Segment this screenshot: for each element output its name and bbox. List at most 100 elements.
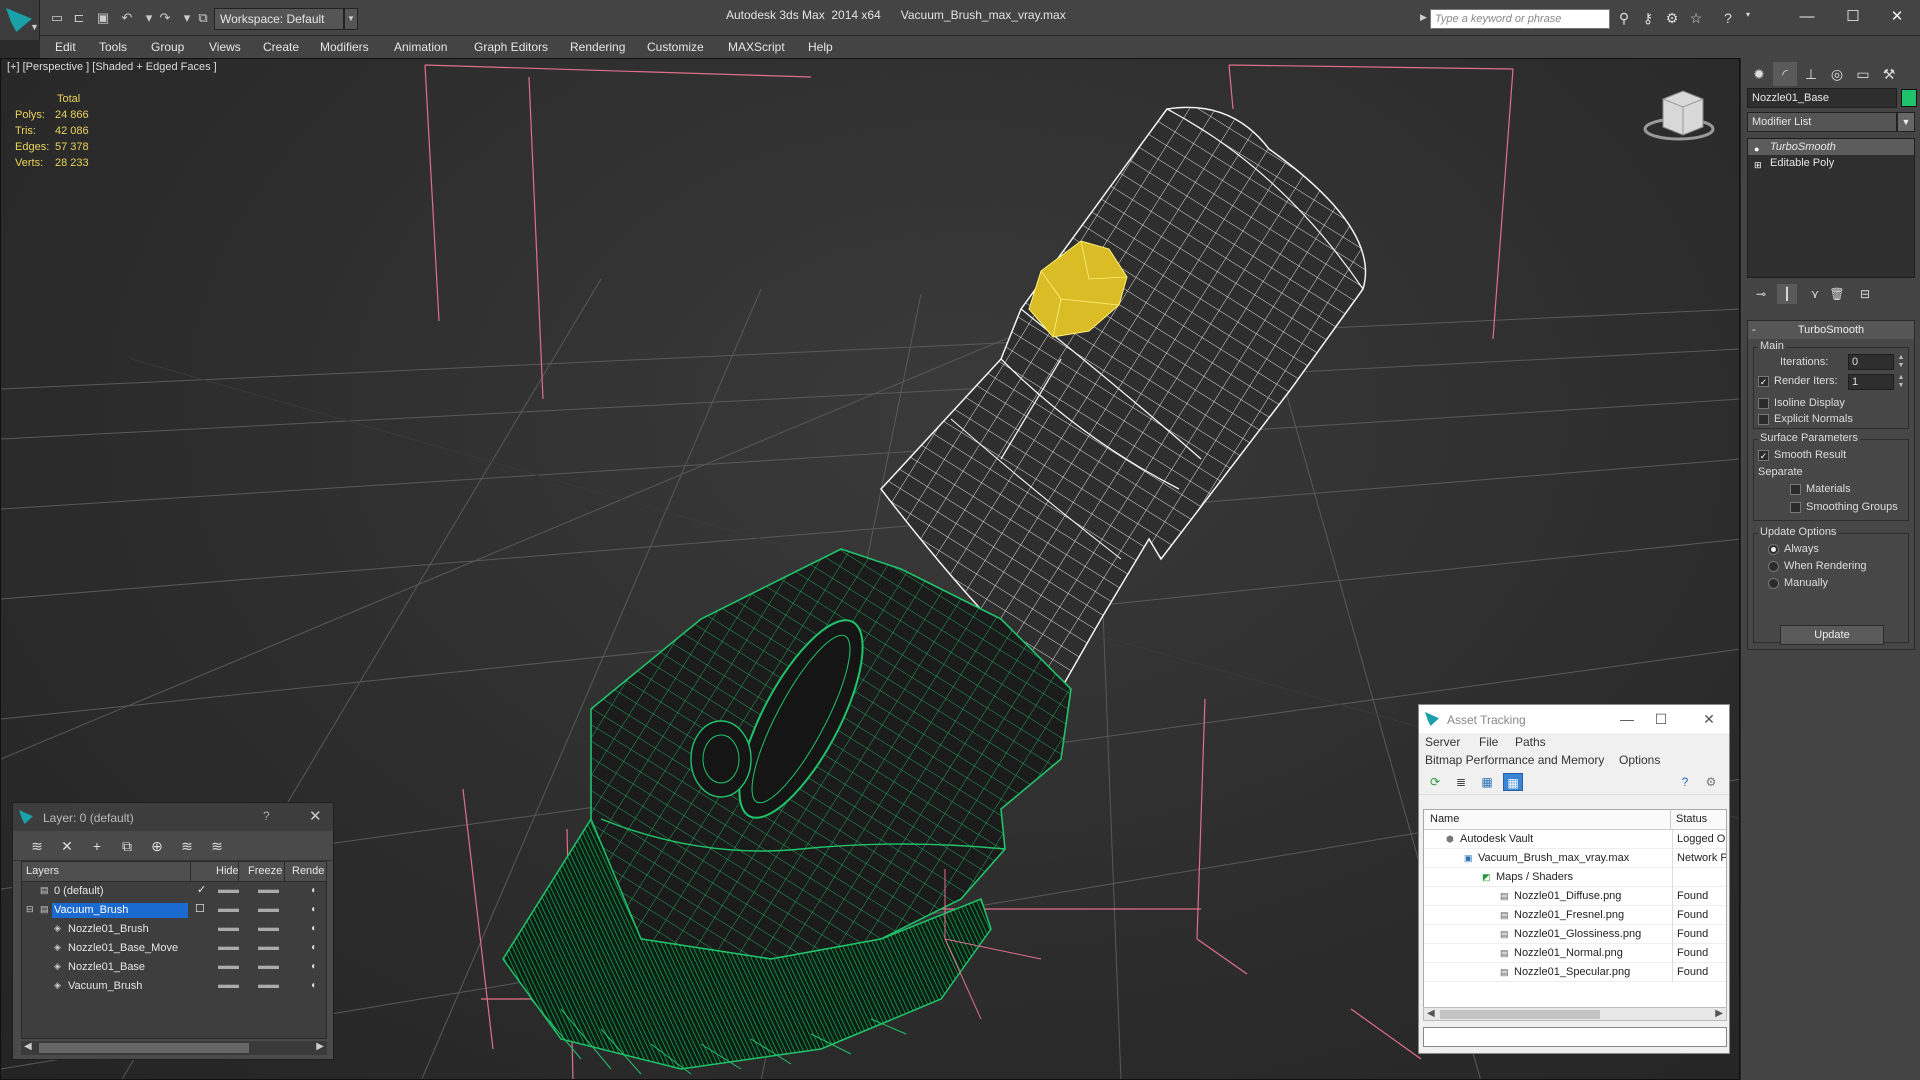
maximize-button[interactable]: ☐ [1830, 4, 1876, 30]
modify-tab-icon[interactable]: ◜ [1773, 62, 1797, 86]
update-manually-radio[interactable] [1768, 578, 1779, 589]
hide-toggle[interactable]: ▬▬ [218, 941, 239, 953]
column-render[interactable]: Rende [292, 865, 324, 877]
minimize-button[interactable]: — [1613, 709, 1641, 729]
asset-row[interactable]: ⬢ Autodesk Vault Logged Ou [1424, 830, 1726, 849]
help-icon[interactable]: ? [263, 809, 270, 823]
render-iters-spinner[interactable]: 1 [1848, 374, 1894, 390]
column-status[interactable]: Status [1676, 813, 1707, 825]
menu-help[interactable]: Help [808, 40, 833, 54]
close-icon[interactable]: ✕ [309, 807, 322, 825]
asset-row[interactable]: ▤ Nozzle01_Specular.png Found [1424, 963, 1726, 982]
freeze-toggle[interactable]: ▬▬ [258, 903, 279, 915]
menu-bitmap-performance[interactable]: Bitmap Performance and Memory [1425, 753, 1604, 767]
modifier-list-select[interactable]: Modifier List [1747, 112, 1897, 132]
remove-modifier-icon[interactable]: 🗑 [1827, 284, 1847, 304]
viewcube[interactable] [1643, 90, 1715, 141]
scroll-right-icon[interactable]: ▶ [1715, 1008, 1723, 1019]
display-tab-icon[interactable]: ▭ [1851, 62, 1875, 86]
menu-file[interactable]: File [1479, 735, 1498, 749]
freeze-toggle[interactable]: ▬▬ [258, 979, 279, 991]
favorites-star-icon[interactable]: ☆ [1686, 10, 1706, 27]
scroll-left-icon[interactable]: ◀ [1427, 1008, 1435, 1019]
freeze-toggle[interactable]: ▬▬ [258, 922, 279, 934]
hide-toggle[interactable]: ▬▬ [218, 960, 239, 972]
freeze-toggle[interactable]: ▬▬ [258, 884, 279, 896]
update-always-radio[interactable] [1768, 544, 1779, 555]
separate-smoothing-groups-checkbox[interactable] [1790, 502, 1801, 513]
iterations-spinner[interactable]: 0 [1848, 354, 1894, 370]
layer-row[interactable]: ⊟ ▤ Vacuum_Brush ☐ ▬▬ ▬▬ ◖ [22, 901, 326, 920]
active-layer-check-icon[interactable]: ✓ [197, 883, 206, 896]
create-tab-icon[interactable]: ✹ [1747, 62, 1771, 86]
horizontal-scrollbar[interactable]: ◀ ▶ [21, 1041, 327, 1055]
hide-toggle[interactable]: ▬▬ [218, 903, 239, 915]
new-file-icon[interactable]: ▭ [48, 10, 66, 26]
make-active-checkbox-icon[interactable]: ☐ [195, 902, 205, 915]
asset-row[interactable]: ▣ Vacuum_Brush_max_vray.max Network P [1424, 849, 1726, 868]
menu-maxscript[interactable]: MAXScript [728, 40, 785, 54]
menu-create[interactable]: Create [263, 40, 299, 54]
render-iters-checkbox[interactable]: ✓ [1758, 376, 1769, 387]
select-layer-objects-icon[interactable]: ⊕ [147, 837, 167, 855]
layer-row[interactable]: ◈ Nozzle01_Base ▬▬ ▬▬ ◖ [22, 958, 326, 977]
redo-icon[interactable]: ↷ [156, 10, 174, 26]
delete-layer-icon[interactable]: ✕ [57, 837, 77, 855]
asset-row[interactable]: ▤ Nozzle01_Glossiness.png Found [1424, 925, 1726, 944]
asset-row[interactable]: ▤ Nozzle01_Fresnel.png Found [1424, 906, 1726, 925]
stack-item-editable-poly[interactable]: ⊞ Editable Poly [1748, 155, 1914, 171]
refresh-icon[interactable]: ⟳ [1425, 773, 1445, 791]
configure-sets-icon[interactable]: ⊟ [1855, 284, 1875, 304]
viewport-label-menu[interactable]: [+] [Perspective ] [Shaded + Edged Faces… [7, 61, 217, 73]
hide-toggle[interactable]: ▬▬ [218, 922, 239, 934]
help-icon[interactable]: ? [1718, 10, 1738, 26]
project-folder-icon[interactable]: ⧉ [194, 10, 212, 26]
freeze-toggle[interactable]: ▬▬ [258, 941, 279, 953]
menu-group[interactable]: Group [151, 40, 184, 54]
stack-item-turbosmooth[interactable]: ● TurboSmooth [1748, 139, 1914, 155]
search-expand-icon[interactable]: ▶ [1420, 12, 1427, 23]
help-icon[interactable]: ? [1675, 773, 1695, 791]
save-file-icon[interactable]: ▣ [94, 10, 112, 26]
horizontal-scrollbar[interactable]: ◀ ▶ [1423, 1007, 1727, 1021]
binoculars-icon[interactable]: ⚲ [1614, 10, 1634, 27]
menu-paths[interactable]: Paths [1515, 735, 1546, 749]
smooth-result-checkbox[interactable]: ✓ [1758, 450, 1769, 461]
undo-icon[interactable]: ↶ [118, 10, 136, 26]
table-view-icon[interactable]: ▦ [1503, 773, 1523, 791]
render-teapot-icon[interactable]: ◖ [310, 885, 316, 896]
rollout-header[interactable]: - TurboSmooth [1748, 321, 1914, 339]
menu-tools[interactable]: Tools [99, 40, 127, 54]
settings-icon[interactable]: ⚙ [1701, 773, 1721, 791]
spinner-arrows-icon[interactable]: ▲ ▼ [1896, 374, 1906, 390]
scroll-left-icon[interactable]: ◀ [24, 1041, 32, 1052]
render-teapot-icon[interactable]: ◖ [310, 980, 316, 991]
menu-graph-editors[interactable]: Graph Editors [474, 40, 548, 54]
spinner-arrows-icon[interactable]: ▲ ▼ [1896, 354, 1906, 370]
asset-row[interactable]: ▤ Nozzle01_Normal.png Found [1424, 944, 1726, 963]
asset-row[interactable]: ▤ Nozzle01_Diffuse.png Found [1424, 887, 1726, 906]
menu-rendering[interactable]: Rendering [570, 40, 625, 54]
layer-settings-icon[interactable]: ≋ [27, 837, 47, 855]
hierarchy-tab-icon[interactable]: ⊥ [1799, 62, 1823, 86]
hide-toggle[interactable]: ▬▬ [218, 884, 239, 896]
asset-path-field[interactable] [1423, 1027, 1727, 1047]
show-end-result-icon[interactable]: ┃ [1777, 284, 1797, 304]
layer-row[interactable]: ◈ Vacuum_Brush ▬▬ ▬▬ ◖ [22, 977, 326, 996]
scroll-right-icon[interactable]: ▶ [316, 1041, 324, 1052]
menu-modifiers[interactable]: Modifiers [320, 40, 369, 54]
menu-views[interactable]: Views [209, 40, 241, 54]
workspace-dropdown-icon[interactable]: ▼ [344, 8, 358, 30]
close-button[interactable]: ✕ [1695, 709, 1723, 729]
make-unique-icon[interactable]: ⋎ [1805, 284, 1825, 304]
add-to-layer-icon[interactable]: ⧉ [117, 837, 137, 855]
maximize-button[interactable]: ☐ [1647, 709, 1675, 729]
minimize-button[interactable]: — [1784, 4, 1830, 30]
column-hide[interactable]: Hide [216, 865, 239, 877]
hide-toggle[interactable]: ▬▬ [218, 979, 239, 991]
menu-server[interactable]: Server [1425, 735, 1460, 749]
column-layers[interactable]: Layers [26, 865, 59, 877]
column-name[interactable]: Name [1430, 813, 1459, 825]
help-dropdown-icon[interactable]: ▾ [1738, 10, 1758, 19]
expand-plus-icon[interactable]: ⊞ [1754, 157, 1762, 173]
